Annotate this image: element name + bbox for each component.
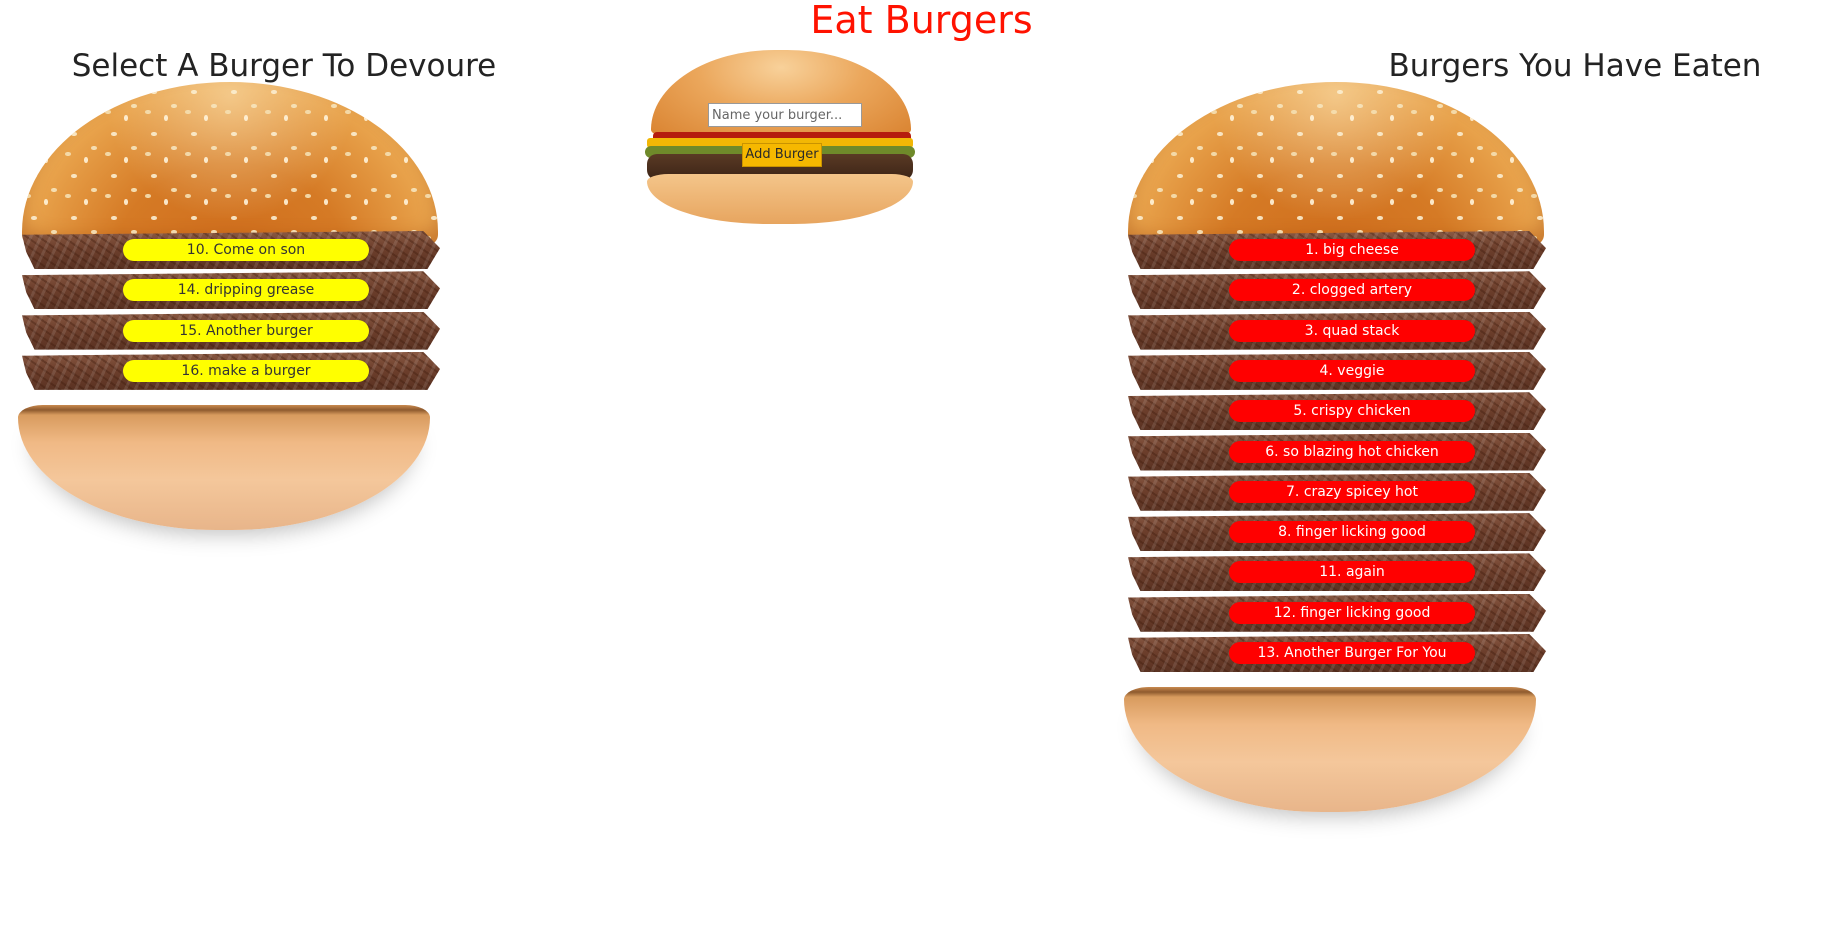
eaten-burger-button[interactable]: 1. big cheese <box>1229 239 1475 261</box>
left-bottom-bun-image <box>18 405 430 530</box>
right-bottom-bun-image <box>1124 687 1536 812</box>
eaten-burger-button[interactable]: 2. clogged artery <box>1229 279 1475 302</box>
eaten-burger-button[interactable]: 8. finger licking good <box>1229 521 1475 544</box>
page: Eat Burgers Select A Burger To Devoure 1… <box>0 0 1843 940</box>
header-burger-image <box>645 50 915 225</box>
eaten-column-heading: Burgers You Have Eaten <box>1388 48 1762 84</box>
devour-column-heading: Select A Burger To Devoure <box>71 48 497 84</box>
page-title: Eat Burgers <box>810 0 1033 42</box>
left-top-bun-image <box>22 82 438 252</box>
add-burger-button[interactable]: Add Burger <box>742 143 822 167</box>
devour-burger-button[interactable]: 10. Come on son <box>123 239 369 261</box>
right-top-bun-image <box>1128 82 1544 252</box>
eaten-burger-button[interactable]: 4. veggie <box>1229 359 1475 382</box>
eaten-burger-button[interactable]: 13. Another Burger For You <box>1229 642 1475 664</box>
devour-burger-button[interactable]: 16. make a burger <box>123 359 369 382</box>
devour-burger-button[interactable]: 14. dripping grease <box>123 279 369 302</box>
burger-name-input[interactable] <box>708 103 862 127</box>
eaten-burger-button[interactable]: 7. crazy spicey hot <box>1229 480 1475 503</box>
eaten-burger-button[interactable]: 3. quad stack <box>1229 319 1475 342</box>
eaten-burger-button[interactable]: 12. finger licking good <box>1229 601 1475 624</box>
eaten-burger-button[interactable]: 11. again <box>1229 561 1475 584</box>
eaten-burger-button[interactable]: 6. so blazing hot chicken <box>1229 440 1475 463</box>
eaten-burger-button[interactable]: 5. crispy chicken <box>1229 400 1475 423</box>
devour-burger-button[interactable]: 15. Another burger <box>123 319 369 342</box>
